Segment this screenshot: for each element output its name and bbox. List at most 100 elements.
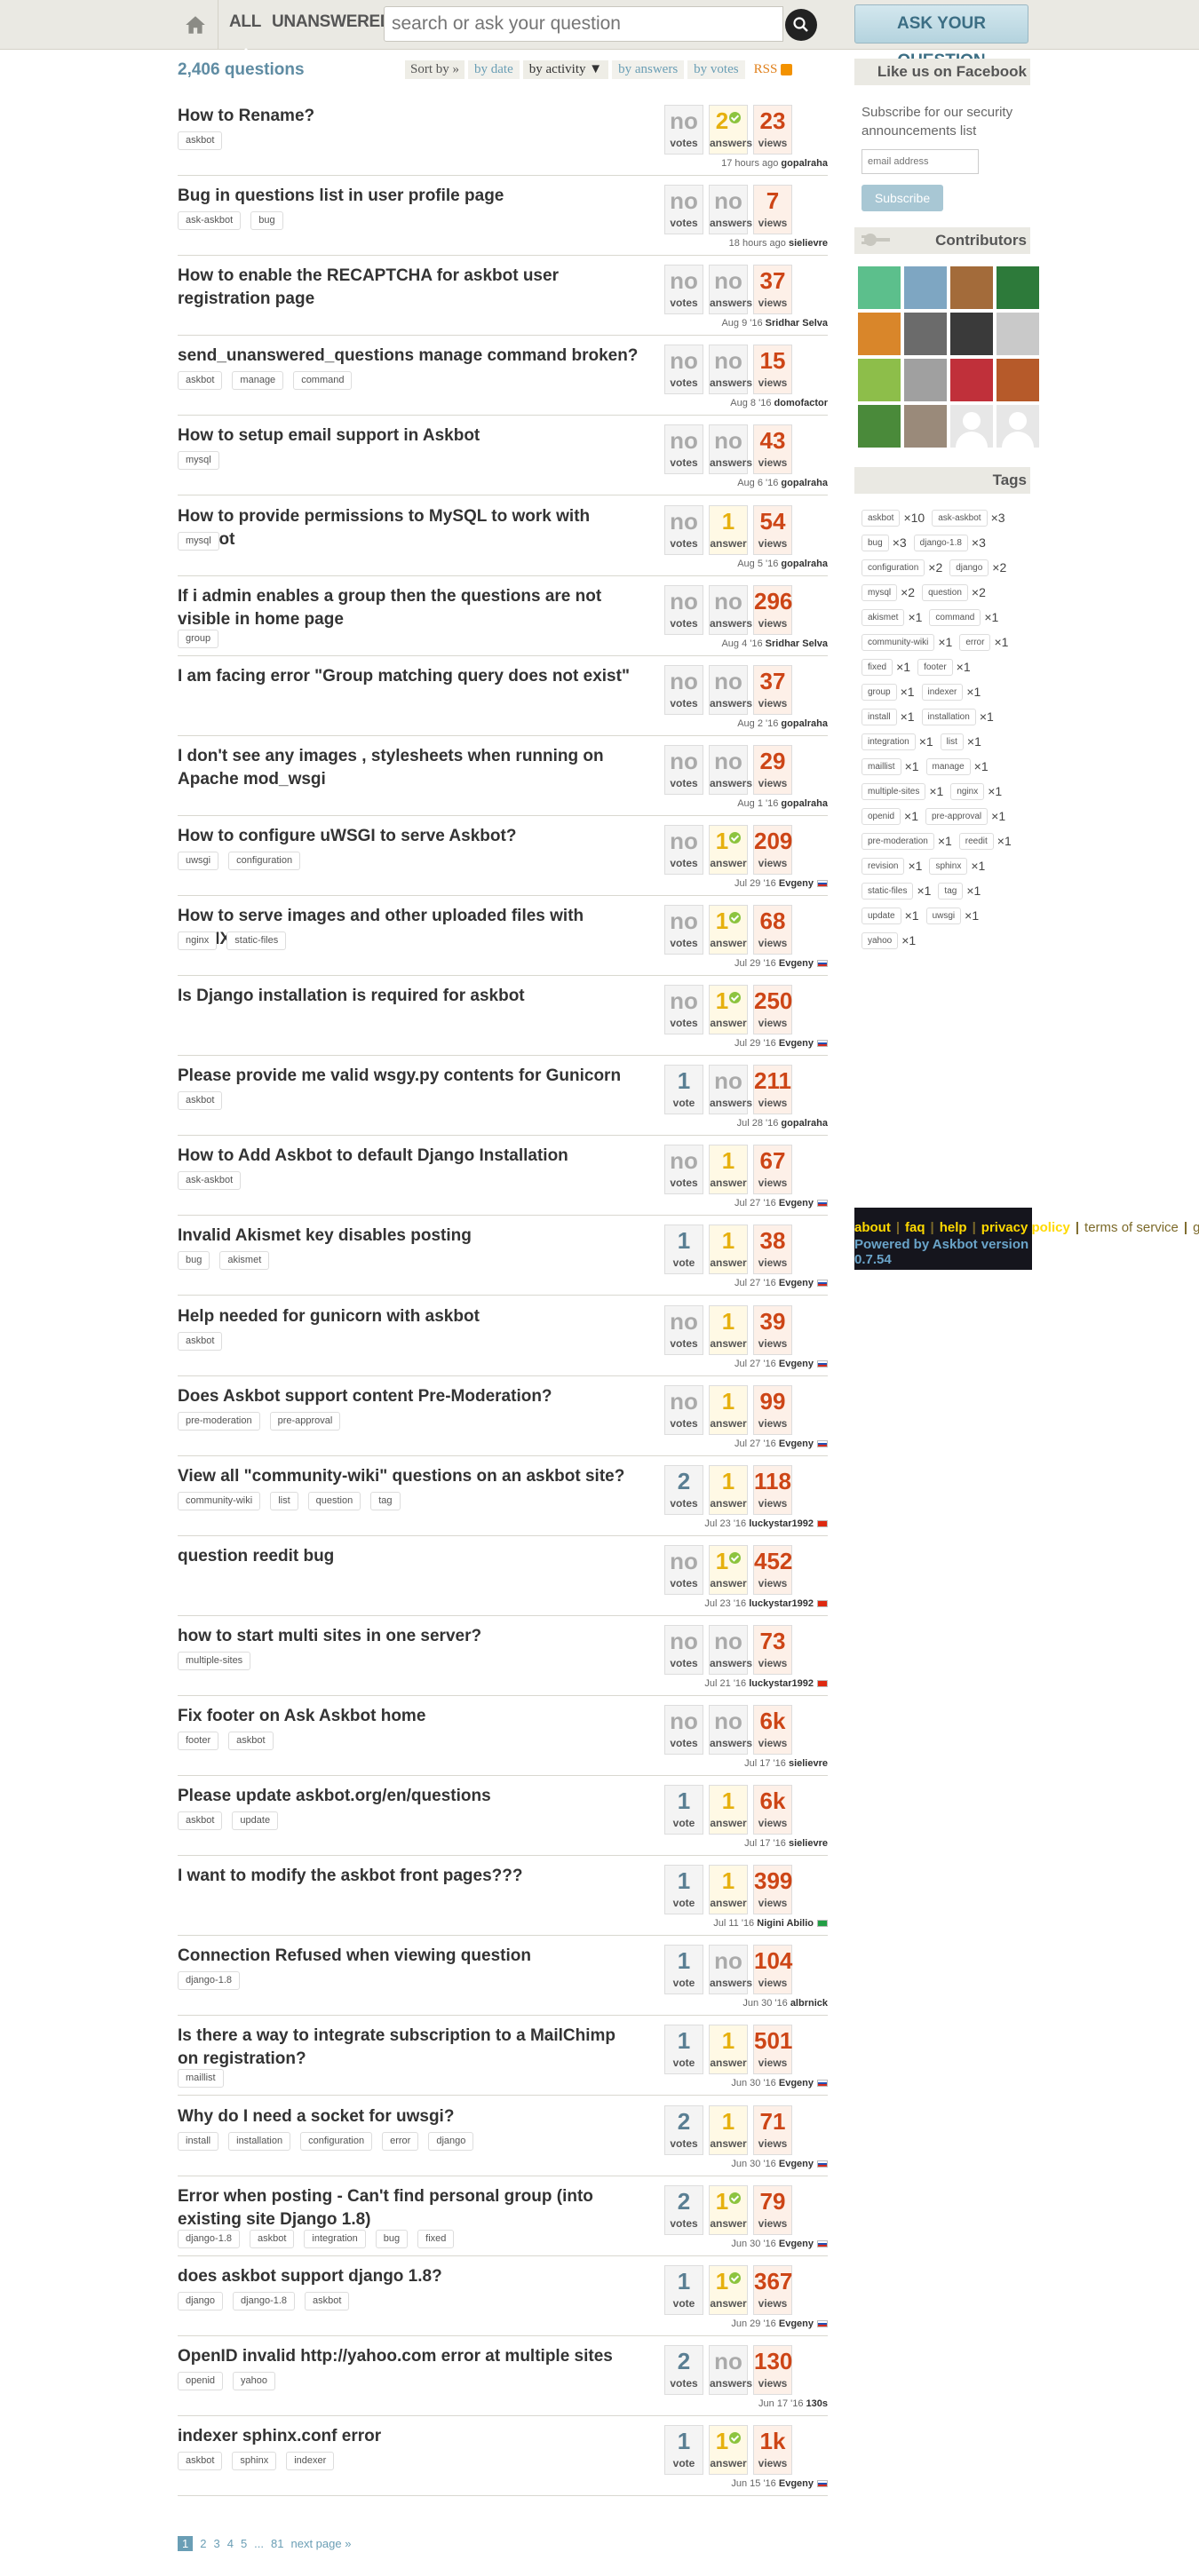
question-user[interactable]: Evgeny	[779, 1439, 814, 1449]
question-title[interactable]: How to enable the RECAPTCHA for askbot u…	[178, 265, 639, 311]
question-title[interactable]: Connection Refused when viewing question	[178, 1945, 639, 1968]
tag-link[interactable]: django	[949, 559, 989, 576]
tag-link[interactable]: mysql	[178, 451, 219, 471]
subscribe-button[interactable]: Subscribe	[862, 185, 943, 211]
tag-link[interactable]: askbot	[250, 2229, 295, 2248]
tag-link[interactable]: installation	[228, 2131, 291, 2151]
tag-link[interactable]: ask-askbot	[178, 211, 242, 231]
tag-link[interactable]: askbot	[178, 1331, 223, 1351]
tag-link[interactable]: indexer	[921, 683, 964, 701]
question-title[interactable]: How to Add Askbot to default Django Inst…	[178, 1145, 639, 1168]
rss-link[interactable]: RSS	[754, 62, 778, 77]
tag-link[interactable]: django-1.8	[233, 2291, 296, 2310]
footer-link[interactable]: faq	[905, 1220, 925, 1235]
footer-link[interactable]: give feedback	[1193, 1220, 1199, 1235]
sort-by-answers[interactable]: by answers	[612, 60, 685, 79]
tag-link[interactable]: uwsgi	[178, 851, 219, 870]
question-title[interactable]: Why do I need a socket for uwsgi?	[178, 2105, 639, 2128]
contributor-avatar[interactable]	[950, 266, 993, 309]
tag-link[interactable]: openid	[178, 2371, 224, 2390]
sort-by-activity[interactable]: by activity ▼	[522, 60, 609, 79]
tag-link[interactable]: yahoo	[233, 2371, 276, 2390]
question-user[interactable]: Sridhar Selva	[766, 638, 828, 649]
rss-icon[interactable]	[781, 64, 793, 75]
page-link[interactable]: 1	[178, 2536, 194, 2551]
question-title[interactable]: If i admin enables a group then the ques…	[178, 585, 639, 631]
tag-link[interactable]: error	[382, 2131, 419, 2151]
question-title[interactable]: How to Rename?	[178, 105, 639, 128]
contributor-avatar[interactable]	[858, 359, 901, 401]
question-title[interactable]: How to setup email support in Askbot	[178, 424, 639, 448]
tag-link[interactable]: static-files	[862, 882, 914, 900]
question-title[interactable]: send_unanswered_questions manage command…	[178, 345, 639, 368]
contributor-avatar[interactable]	[950, 359, 993, 401]
contributor-avatar[interactable]	[858, 266, 901, 309]
sort-by-date[interactable]: by date	[468, 60, 520, 79]
question-user[interactable]: Evgeny	[779, 1359, 814, 1369]
question-user[interactable]: gopalraha	[781, 158, 828, 169]
question-user[interactable]: domofactor	[774, 398, 829, 408]
tag-link[interactable]: install	[862, 708, 897, 725]
tag-link[interactable]: mysql	[862, 583, 898, 601]
tag-link[interactable]: askbot	[178, 371, 223, 391]
tag-link[interactable]: manage	[925, 757, 971, 775]
question-title[interactable]: indexer sphinx.conf error	[178, 2425, 639, 2448]
footer-link[interactable]: privacy policy	[981, 1220, 1070, 1235]
tag-link[interactable]: question	[922, 583, 968, 601]
question-user[interactable]: sielievre	[789, 238, 828, 249]
tag-link[interactable]: sphinx	[929, 857, 968, 875]
tag-link[interactable]: mysql	[178, 531, 219, 551]
search-input[interactable]	[384, 6, 783, 42]
tag-link[interactable]: ask-askbot	[932, 509, 988, 527]
page-link[interactable]: 4	[227, 2537, 234, 2550]
question-title[interactable]: Please provide me valid wsgy.py contents…	[178, 1065, 639, 1088]
question-user[interactable]: Evgeny	[779, 2478, 814, 2489]
tag-link[interactable]: akismet	[862, 608, 905, 626]
tag-link[interactable]: reedit	[958, 832, 994, 850]
powered-by[interactable]: Powered by Askbot version 0.7.54	[854, 1237, 1032, 1267]
scope-tab-unanswered[interactable]: UNANSWERED	[272, 12, 393, 32]
tag-link[interactable]: sphinx	[232, 2451, 277, 2470]
question-title[interactable]: Invalid Akismet key disables posting	[178, 1225, 639, 1248]
contributor-avatar[interactable]	[997, 313, 1039, 355]
tag-link[interactable]: fixed	[862, 658, 893, 676]
tag-link[interactable]: askbot	[178, 131, 223, 150]
page-link[interactable]: 5	[241, 2537, 247, 2550]
footer-link[interactable]: about	[854, 1220, 891, 1235]
tag-link[interactable]: bug	[862, 534, 889, 551]
tag-link[interactable]: footer	[917, 658, 953, 676]
tag-link[interactable]: django	[178, 2291, 224, 2310]
tag-link[interactable]: maillist	[178, 2069, 224, 2089]
tag-link[interactable]: pre-moderation	[862, 832, 934, 850]
search-button[interactable]	[785, 9, 817, 41]
question-title[interactable]: Is there a way to integrate subscription…	[178, 2025, 639, 2071]
tag-link[interactable]: openid	[862, 807, 901, 825]
next-page-link[interactable]: next page »	[290, 2537, 351, 2550]
question-user[interactable]: Evgeny	[779, 878, 814, 889]
tag-link[interactable]: update	[862, 907, 901, 924]
tag-link[interactable]: question	[307, 1491, 361, 1510]
tag-link[interactable]: manage	[232, 371, 284, 391]
question-user[interactable]: sielievre	[789, 1838, 828, 1849]
question-user[interactable]: Evgeny	[779, 1198, 814, 1209]
question-title[interactable]: OpenID invalid http://yahoo.com error at…	[178, 2345, 639, 2368]
tag-link[interactable]: pre-moderation	[178, 1411, 260, 1431]
tag-link[interactable]: group	[178, 629, 219, 648]
question-user[interactable]: Evgeny	[779, 958, 814, 969]
contributor-avatar[interactable]	[858, 405, 901, 448]
tag-link[interactable]: group	[862, 683, 897, 701]
contributor-avatar[interactable]	[997, 359, 1039, 401]
tag-link[interactable]: error	[959, 633, 991, 651]
question-title[interactable]: How to configure uWSGI to serve Askbot?	[178, 825, 639, 848]
question-title[interactable]: how to start multi sites in one server?	[178, 1625, 639, 1648]
question-title[interactable]: does askbot support django 1.8?	[178, 2265, 639, 2288]
tag-link[interactable]: ask-askbot	[178, 1171, 242, 1191]
question-title[interactable]: Bug in questions list in user profile pa…	[178, 185, 639, 208]
tag-link[interactable]: django	[428, 2131, 474, 2151]
tag-link[interactable]: community-wiki	[178, 1491, 261, 1510]
ask-question-button[interactable]: ASK YOUR QUESTION	[854, 4, 1028, 70]
question-user[interactable]: Evgeny	[779, 1278, 814, 1288]
contributor-avatar[interactable]	[858, 313, 901, 355]
tag-link[interactable]: askbot	[178, 2451, 223, 2470]
tag-link[interactable]: tag	[938, 882, 964, 900]
